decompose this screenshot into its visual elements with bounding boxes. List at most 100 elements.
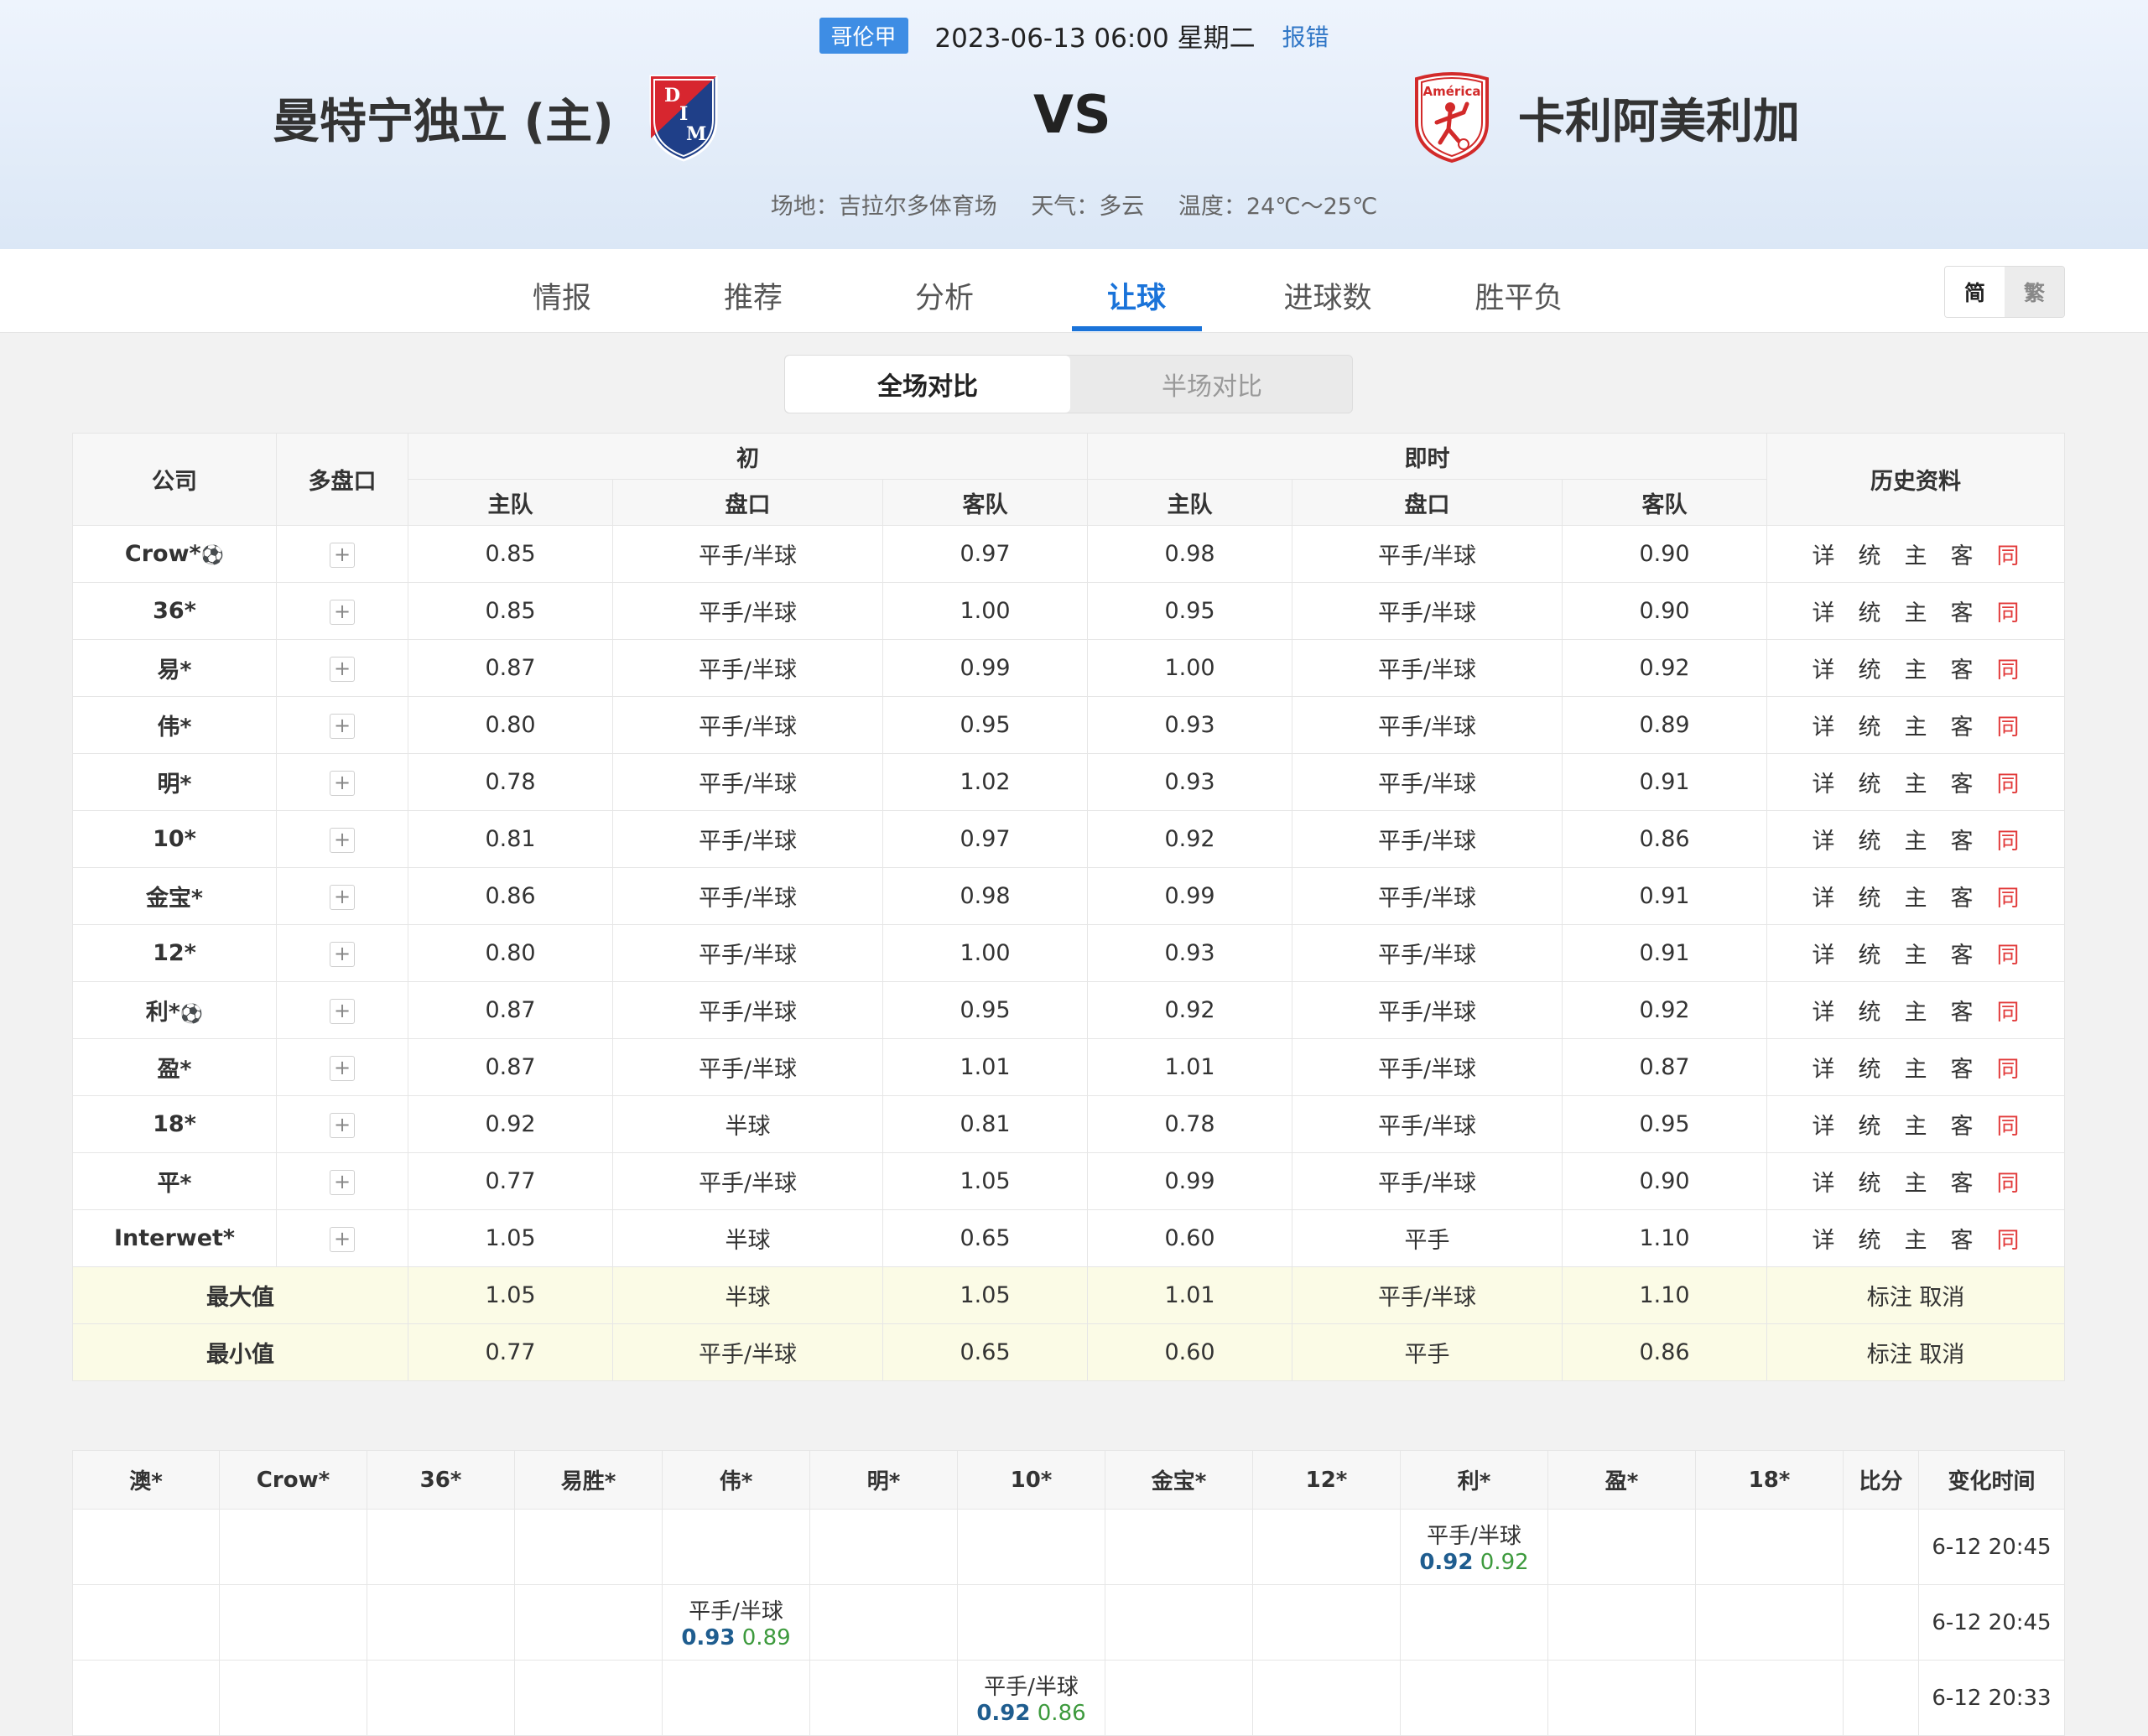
history-detail-link[interactable]: 详 [1813,766,1835,798]
history-same-link[interactable]: 同 [1997,1108,2020,1141]
tab-goals[interactable]: 进球数 [1261,274,1395,317]
expand-plus-icon[interactable]: + [330,542,355,568]
mark-cancel-actions[interactable]: 标注 取消 [1766,1266,2066,1324]
history-stats-link[interactable]: 统 [1859,994,1881,1027]
away-team-name[interactable]: 卡利阿美利加 [1518,84,1800,152]
expand-plus-icon[interactable]: + [330,1226,355,1252]
company-name[interactable]: 金宝* [72,867,277,925]
expand-plus-icon[interactable]: + [330,1169,355,1195]
company-name[interactable]: 盈* [72,1038,277,1096]
history-same-link[interactable]: 同 [1997,937,2020,969]
expand-plus-icon[interactable]: + [330,599,355,625]
mark-cancel-actions[interactable]: 标注 取消 [1766,1323,2066,1381]
company-name[interactable]: Crow*⚽ [72,525,277,583]
history-same-link[interactable]: 同 [1997,709,2020,741]
history-stats-link[interactable]: 统 [1859,1165,1881,1198]
history-away-link[interactable]: 客 [1951,1051,1974,1084]
company-name[interactable]: 明* [72,753,277,811]
history-stats-link[interactable]: 统 [1859,766,1881,798]
half-time-compare-button[interactable]: 半场对比 [1070,356,1352,413]
company-name[interactable]: 易* [72,639,277,697]
history-same-link[interactable]: 同 [1997,1165,2020,1198]
history-away-link[interactable]: 客 [1951,1165,1974,1198]
history-detail-link[interactable]: 详 [1813,937,1835,969]
full-time-compare-button[interactable]: 全场对比 [785,356,1070,413]
history-detail-link[interactable]: 详 [1813,1051,1835,1084]
history-same-link[interactable]: 同 [1997,538,2020,570]
expand-plus-icon[interactable]: + [330,770,355,796]
history-stats-link[interactable]: 统 [1859,823,1881,855]
history-home-link[interactable]: 主 [1905,595,1927,627]
expand-plus-icon[interactable]: + [330,1112,355,1138]
history-detail-link[interactable]: 详 [1813,709,1835,741]
history-home-link[interactable]: 主 [1905,880,1927,912]
history-stats-link[interactable]: 统 [1859,1222,1881,1255]
history-stats-link[interactable]: 统 [1859,1108,1881,1141]
history-detail-link[interactable]: 详 [1813,652,1835,684]
expand-plus-icon[interactable]: + [330,713,355,739]
tab-handicap[interactable]: 让球 [1069,274,1204,317]
history-away-link[interactable]: 客 [1951,823,1974,855]
history-stats-link[interactable]: 统 [1859,595,1881,627]
history-away-link[interactable]: 客 [1951,766,1974,798]
history-home-link[interactable]: 主 [1905,1108,1927,1141]
history-away-link[interactable]: 客 [1951,709,1974,741]
history-stats-link[interactable]: 统 [1859,652,1881,684]
history-detail-link[interactable]: 详 [1813,1222,1835,1255]
home-team-logo-icon[interactable]: D I M [644,71,723,164]
company-name[interactable]: 10* [72,810,277,868]
history-home-link[interactable]: 主 [1905,766,1927,798]
expand-plus-icon[interactable]: + [330,656,355,682]
lang-simplified-button[interactable]: 简 [1945,267,2005,317]
history-detail-link[interactable]: 详 [1813,1108,1835,1141]
history-stats-link[interactable]: 统 [1859,880,1881,912]
history-detail-link[interactable]: 详 [1813,1165,1835,1198]
history-home-link[interactable]: 主 [1905,994,1927,1027]
history-same-link[interactable]: 同 [1997,652,2020,684]
history-home-link[interactable]: 主 [1905,709,1927,741]
history-stats-link[interactable]: 统 [1859,538,1881,570]
home-team-name[interactable]: 曼特宁独立 (主) [273,84,614,152]
company-name[interactable]: 平* [72,1152,277,1210]
history-away-link[interactable]: 客 [1951,652,1974,684]
company-name[interactable]: 利*⚽ [72,981,277,1039]
history-home-link[interactable]: 主 [1905,1222,1927,1255]
history-same-link[interactable]: 同 [1997,880,2020,912]
history-home-link[interactable]: 主 [1905,538,1927,570]
history-detail-link[interactable]: 详 [1813,538,1835,570]
history-away-link[interactable]: 客 [1951,538,1974,570]
history-away-link[interactable]: 客 [1951,994,1974,1027]
history-home-link[interactable]: 主 [1905,1165,1927,1198]
history-away-link[interactable]: 客 [1951,1108,1974,1141]
history-stats-link[interactable]: 统 [1859,937,1881,969]
lang-traditional-button[interactable]: 繁 [2005,267,2064,317]
expand-plus-icon[interactable]: + [330,827,355,853]
history-away-link[interactable]: 客 [1951,595,1974,627]
history-same-link[interactable]: 同 [1997,595,2020,627]
company-name[interactable]: 36* [72,582,277,640]
company-name[interactable]: 12* [72,924,277,982]
expand-plus-icon[interactable]: + [330,884,355,910]
tab-analysis[interactable]: 分析 [877,274,1012,317]
tab-intel[interactable]: 情报 [495,274,629,317]
expand-plus-icon[interactable]: + [330,1055,355,1081]
history-same-link[interactable]: 同 [1997,766,2020,798]
history-stats-link[interactable]: 统 [1859,1051,1881,1084]
history-away-link[interactable]: 客 [1951,937,1974,969]
history-same-link[interactable]: 同 [1997,1051,2020,1084]
history-same-link[interactable]: 同 [1997,1222,2020,1255]
company-name[interactable]: 伟* [72,696,277,754]
history-home-link[interactable]: 主 [1905,823,1927,855]
tab-recommend[interactable]: 推荐 [686,274,820,317]
history-detail-link[interactable]: 详 [1813,880,1835,912]
history-detail-link[interactable]: 详 [1813,994,1835,1027]
history-away-link[interactable]: 客 [1951,880,1974,912]
history-same-link[interactable]: 同 [1997,994,2020,1027]
history-home-link[interactable]: 主 [1905,652,1927,684]
expand-plus-icon[interactable]: + [330,998,355,1024]
history-away-link[interactable]: 客 [1951,1222,1974,1255]
tab-1x2[interactable]: 胜平负 [1452,274,1586,317]
away-team-logo-icon[interactable]: América [1412,70,1492,164]
company-name[interactable]: Interwet* [72,1209,277,1267]
report-error-link[interactable]: 报错 [1282,19,1329,53]
